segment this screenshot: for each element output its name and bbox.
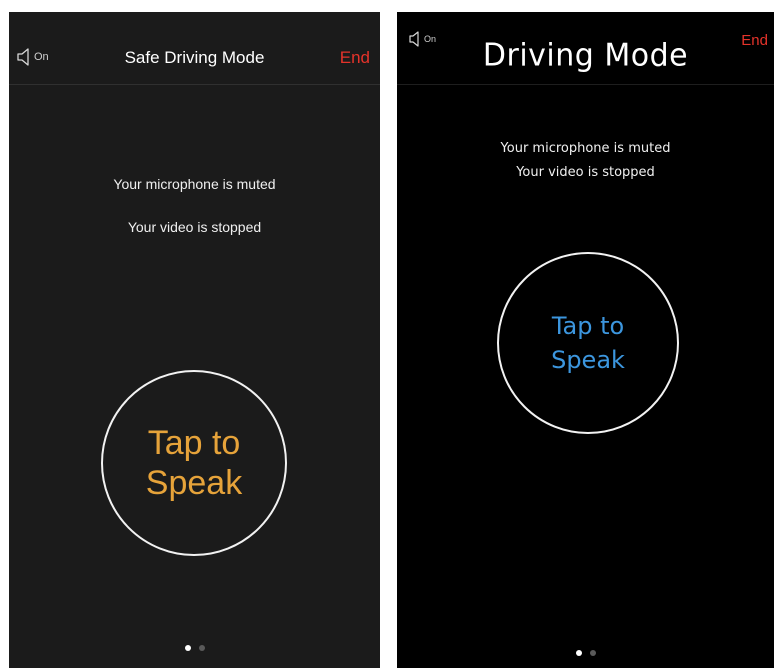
tap-line-2: Speak bbox=[551, 346, 625, 374]
end-button[interactable]: End bbox=[340, 48, 370, 68]
screen-title: Safe Driving Mode bbox=[124, 48, 265, 67]
video-status-text: Your video is stopped bbox=[127, 219, 262, 235]
tap-to-speak-label: Tap to Speak bbox=[146, 423, 242, 503]
end-button[interactable]: End bbox=[741, 32, 768, 49]
tap-line-1: Tap to bbox=[147, 424, 241, 462]
page-indicator bbox=[397, 650, 774, 656]
page-dot-active[interactable] bbox=[184, 645, 191, 651]
tap-to-speak-button[interactable]: Tap to Speak bbox=[101, 370, 287, 556]
top-bar: On Safe Driving Mode End bbox=[9, 12, 380, 85]
video-status-text: Your video is stopped bbox=[516, 165, 655, 180]
page-indicator bbox=[9, 645, 380, 651]
mic-status-text: Your microphone is muted bbox=[113, 176, 276, 192]
top-bar: On Driving Mode End bbox=[397, 12, 774, 85]
comparison-stage: On Safe Driving Mode End Your microphone… bbox=[0, 0, 774, 668]
screen-title: Driving Mode bbox=[482, 37, 689, 74]
tap-to-speak-label: Tap to Speak bbox=[551, 309, 625, 377]
tap-line-1: Tap to bbox=[551, 312, 625, 340]
driving-mode-screen: On Driving Mode End Your microphone is m… bbox=[397, 12, 774, 668]
page-dot[interactable] bbox=[198, 645, 205, 651]
page-dot-active[interactable] bbox=[575, 650, 582, 656]
tap-to-speak-button[interactable]: Tap to Speak bbox=[497, 252, 679, 434]
page-dot[interactable] bbox=[589, 650, 596, 656]
tap-line-2: Speak bbox=[145, 464, 243, 502]
safe-driving-screen: On Safe Driving Mode End Your microphone… bbox=[9, 12, 380, 668]
mic-status-text: Your microphone is muted bbox=[500, 141, 671, 156]
